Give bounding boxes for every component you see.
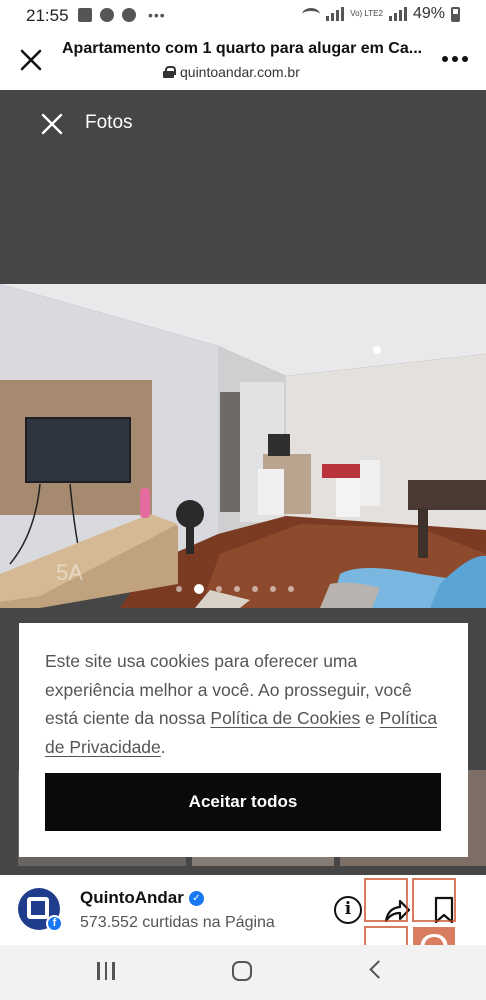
photo-pagination <box>176 584 294 594</box>
more-notifications-icon: ••• <box>148 7 166 23</box>
close-icon[interactable] <box>40 112 64 136</box>
lock-icon <box>163 66 176 78</box>
in-app-browser-header: Apartamento com 1 quarto para alugar em … <box>0 30 486 90</box>
back-button[interactable] <box>369 960 388 979</box>
cookie-text-and: e <box>360 708 380 728</box>
apartment-photo[interactable]: 5A <box>0 284 486 608</box>
page-name-link[interactable]: QuintoAndar ✓ <box>80 888 204 908</box>
bookmark-icon[interactable] <box>433 896 455 924</box>
cookie-message: Este site usa cookies para oferecer uma … <box>45 647 445 761</box>
pagination-dot[interactable] <box>216 586 222 592</box>
status-bar: 21:55 ••• Vo) LTE2 49% <box>0 0 486 30</box>
signal-icon <box>326 7 345 21</box>
page-title: Apartamento com 1 quarto para alugar em … <box>62 40 423 57</box>
verified-badge-icon: ✓ <box>188 890 204 906</box>
pagination-dot[interactable] <box>176 586 182 592</box>
cookie-consent-banner: Este site usa cookies para oferecer uma … <box>19 623 468 857</box>
cookie-text-end: . <box>160 736 166 757</box>
info-icon[interactable]: i <box>334 896 362 924</box>
pagination-dot[interactable] <box>288 586 294 592</box>
pagination-dot[interactable] <box>234 586 240 592</box>
quintoandar-logo-icon <box>27 897 49 919</box>
battery-percent: 49% <box>412 5 445 22</box>
close-icon[interactable] <box>18 47 44 73</box>
messenger-notification-icon <box>122 8 136 22</box>
facebook-icon: f <box>46 915 63 932</box>
share-icon[interactable] <box>382 895 412 925</box>
cookie-policy-link[interactable]: Política de Cookies <box>210 708 360 728</box>
facebook-page-bar: f QuintoAndar ✓ 573.552 curtidas na Pági… <box>0 875 486 945</box>
pagination-dot-active[interactable] <box>194 584 204 594</box>
volte-indicator: Vo) LTE2 <box>350 9 383 18</box>
pagination-dot[interactable] <box>270 586 276 592</box>
android-navigation-bar <box>0 945 486 1000</box>
page-name: QuintoAndar <box>80 888 184 907</box>
status-time: 21:55 <box>26 6 69 25</box>
system-indicators: Vo) LTE2 49% <box>302 5 460 23</box>
more-options-button[interactable] <box>442 56 468 62</box>
pagination-dot[interactable] <box>252 586 258 592</box>
page-likes: 573.552 curtidas na Página <box>80 914 275 931</box>
recent-apps-button[interactable] <box>97 962 115 980</box>
notification-icons: ••• <box>78 7 166 23</box>
url-display[interactable]: quintoandar.com.br <box>163 64 300 80</box>
url-text: quintoandar.com.br <box>180 64 300 80</box>
whatsapp-notification-icon <box>100 8 114 22</box>
more-options-icon <box>442 56 448 62</box>
battery-icon <box>451 6 460 22</box>
gallery-notification-icon <box>78 8 92 22</box>
signal-2-icon <box>388 7 407 21</box>
gallery-title: Fotos <box>85 112 133 133</box>
home-button[interactable] <box>232 961 252 981</box>
wifi-icon <box>302 7 321 21</box>
page-avatar[interactable]: f <box>18 888 63 932</box>
accept-all-cookies-button[interactable]: Aceitar todos <box>45 773 441 831</box>
svg-text:5A: 5A <box>56 560 83 585</box>
